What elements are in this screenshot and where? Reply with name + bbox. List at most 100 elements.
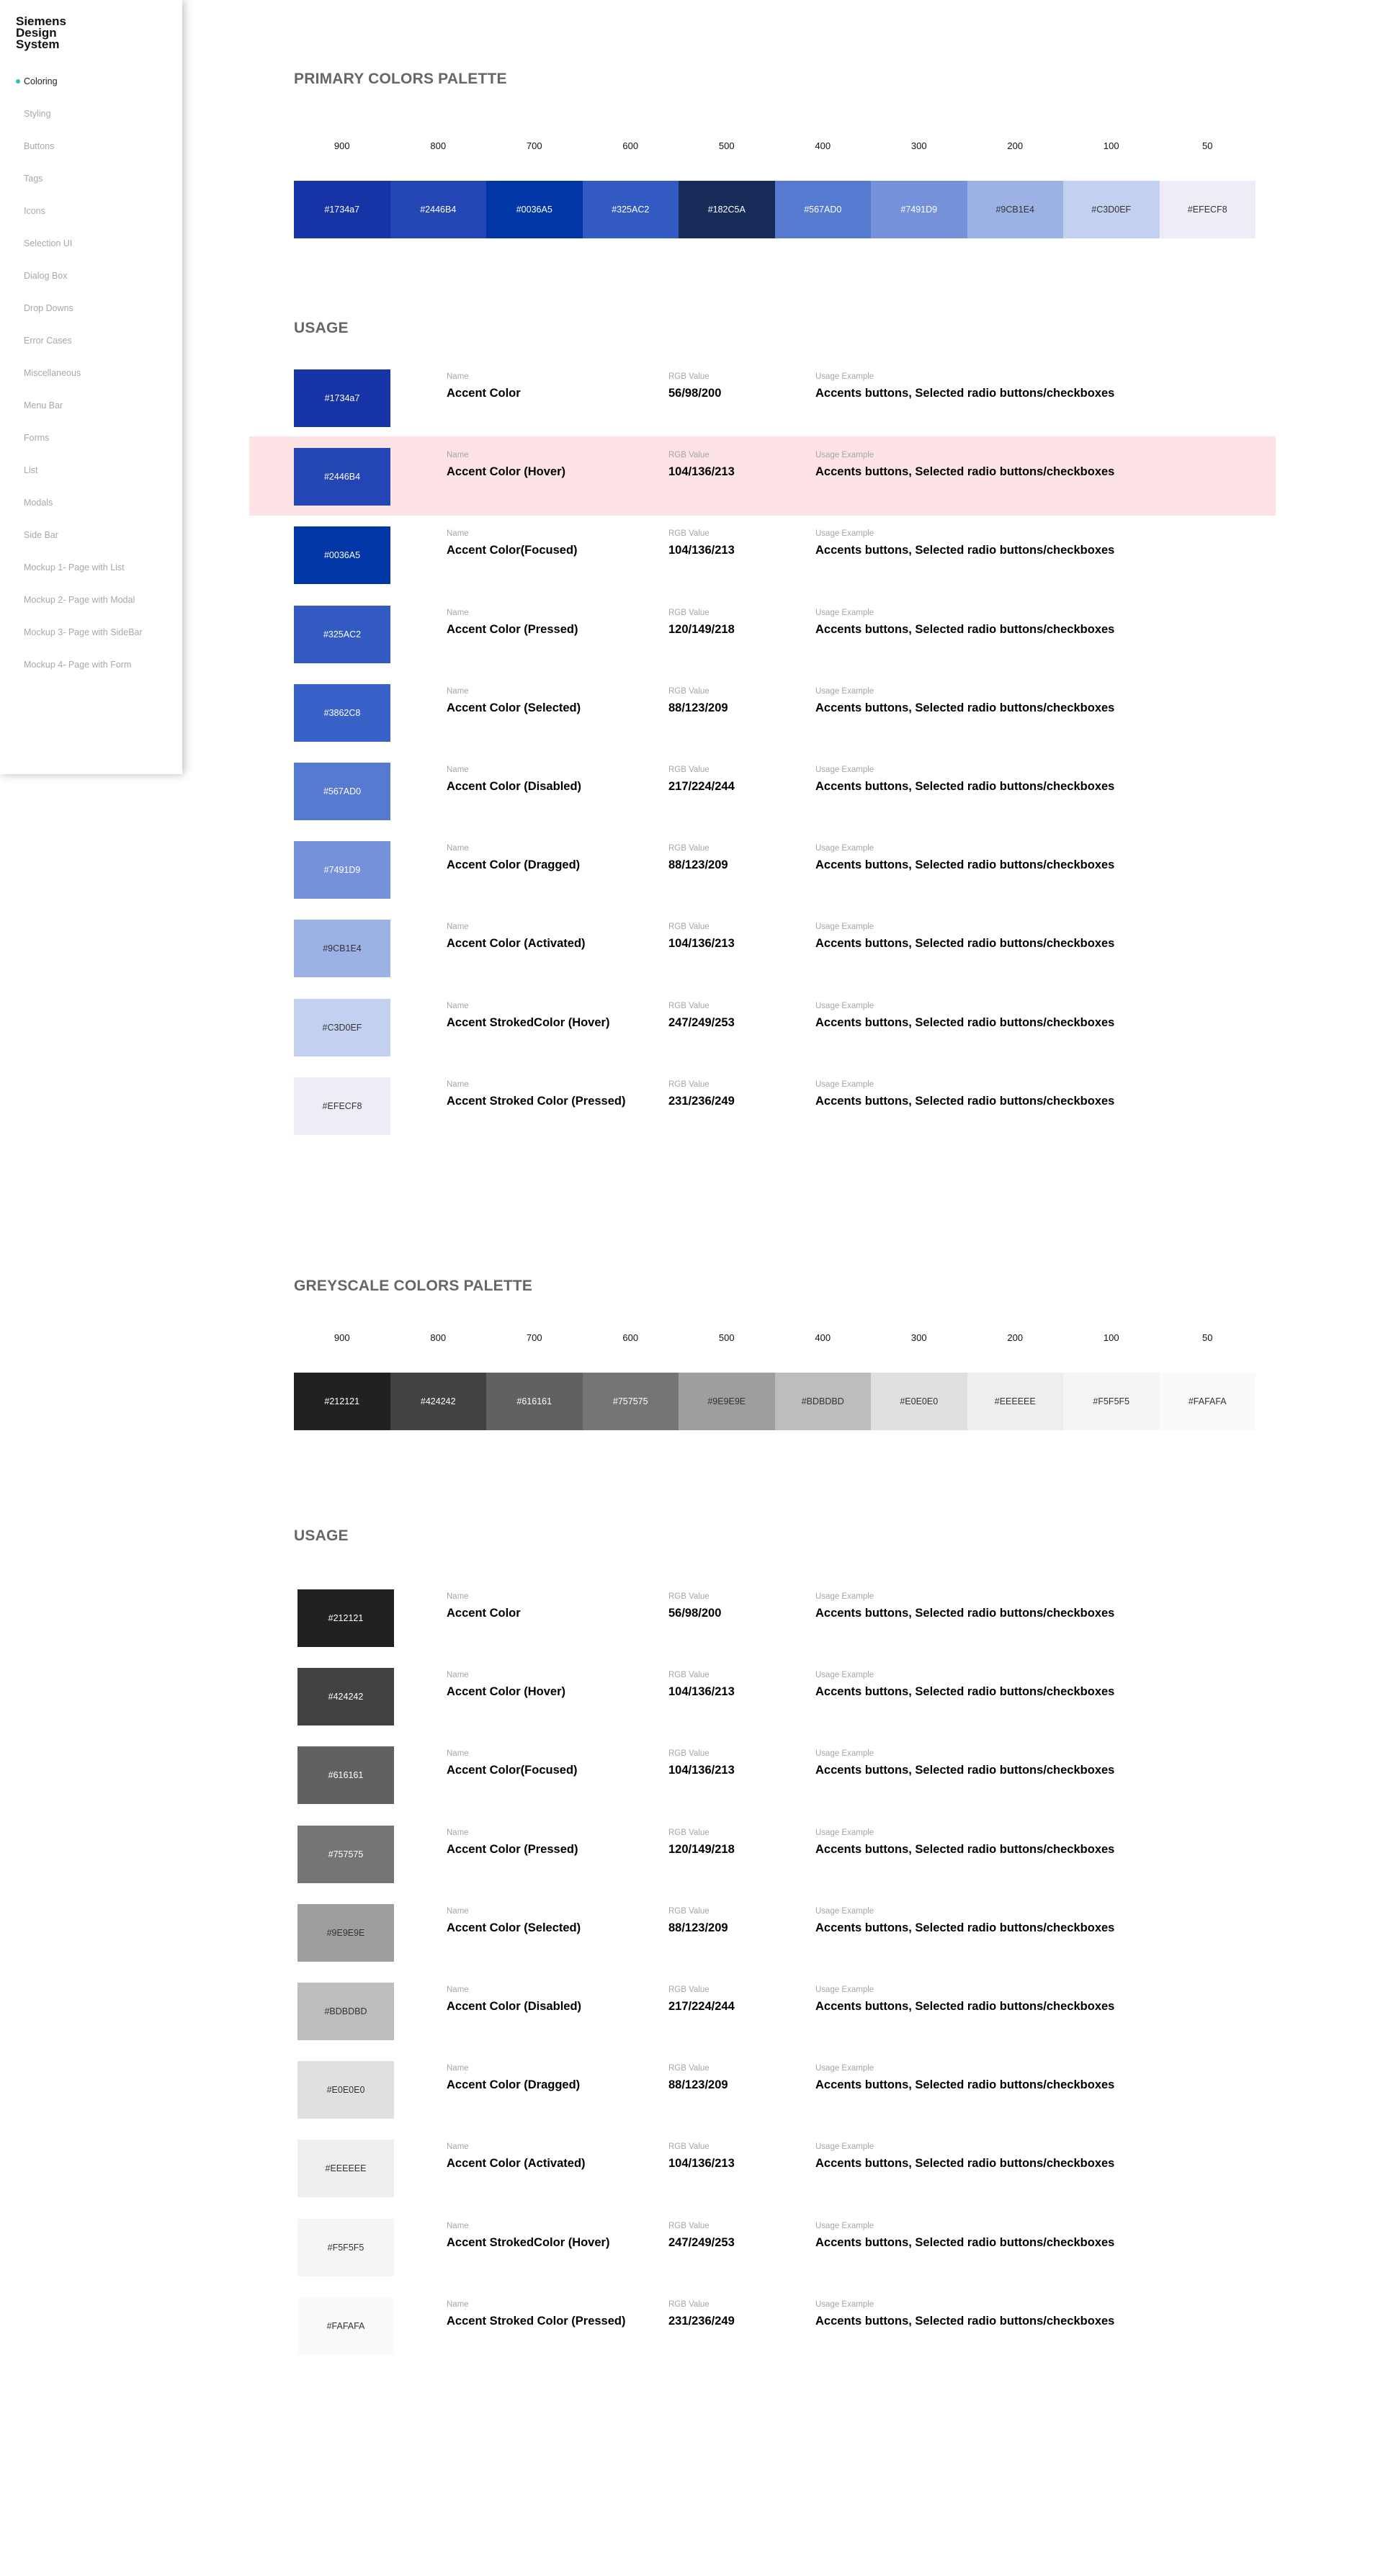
name-label: Name [447,1001,469,1010]
palette-swatch: #616161 [486,1373,583,1430]
rgb-label: RGB Value [668,451,710,460]
usage-row: #757575 Name Accent Color (Pressed) RGB Val… [0,1814,1383,1893]
usage-example-value: Accents buttons, Selected radio buttons/… [815,1764,1115,1777]
usage-example-label: Usage Example [815,1080,874,1089]
rgb-value: 247/249/253 [668,1015,735,1029]
sidebar-item-selection-ui[interactable]: Selection UI [0,238,182,270]
active-indicator-dot [16,79,20,84]
rgb-label: RGB Value [668,1592,710,1601]
rgb-label: RGB Value [668,1985,710,1994]
rgb-label: RGB Value [668,1749,710,1759]
palette-step-label: 900 [334,140,350,151]
palette-step-label: 500 [718,1332,735,1343]
name-label: Name [447,1671,469,1680]
rgb-value: 120/149/218 [668,622,735,636]
usage-example-value: Accents buttons, Selected radio buttons/… [815,1094,1115,1108]
sidebar-item-drop-downs[interactable]: Drop Downs [0,302,182,335]
palette-step-label: 600 [622,1332,639,1343]
name-label: Name [447,372,469,381]
usage-row: #7491D9 Name Accent Color (Dragged) RGB Val… [0,830,1383,909]
primary-palette-step-labels: 900 800 700 600 500 400 300 200 100 50 [294,140,1256,155]
usage-example-value: Accents buttons, Selected radio buttons/… [815,1685,1115,1699]
palette-step-label: 200 [1007,1332,1024,1343]
palette-step-label: 900 [334,1332,350,1343]
palette-step-label: 300 [910,1332,927,1343]
sidebar-item-tags[interactable]: Tags [0,173,182,205]
usage-example-value: Accents buttons, Selected radio buttons/… [815,1607,1115,1620]
primary-palette: 900 800 700 600 500 400 300 200 100 50 #1734a7 #24… [294,140,1256,238]
sidebar-item-list[interactable]: List [0,465,182,497]
palette-step-label: 400 [815,140,831,151]
usage-example-label: Usage Example [815,372,874,381]
rgb-value: 88/123/209 [668,701,728,714]
name-label: Name [447,1749,469,1759]
rgb-value: 88/123/209 [668,858,728,872]
name-value: Accent Color (Dragged) [447,2078,581,2092]
sidebar-item-buttons[interactable]: Buttons [0,140,182,173]
color-swatch: #EEEEEE [297,2140,394,2198]
name-label: Name [447,2142,469,2152]
usage-row: #567AD0 Name Accent Color (Disabled) RGB Va… [0,751,1383,830]
usage-row: #E0E0E0 Name Accent Color (Dragged) RGB Val… [0,2050,1383,2129]
name-label: Name [447,1828,469,1837]
rgb-label: RGB Value [668,529,710,539]
greyscale-palette-step-labels: 900 800 700 600 500 400 300 200 100 50 [294,1332,1256,1347]
palette-step-label: 200 [1007,140,1024,151]
usage-example-label: Usage Example [815,451,874,460]
palette-step-label: 700 [526,1332,542,1343]
usage-row: #EEEEEE Name Accent Color (Activated) RGB V… [0,2128,1383,2207]
usage-example-label: Usage Example [815,923,874,932]
name-value: Accent StrokedColor (Hover) [447,2235,610,2249]
sidebar-item-label: Selection UI [24,238,73,248]
name-value: Accent Color (Activated) [447,937,586,951]
usage-example-label: Usage Example [815,1749,874,1759]
rgb-value: 104/136/213 [668,465,735,479]
color-swatch: #BDBDBD [297,1983,394,2040]
color-swatch: #2446B4 [294,448,390,506]
rgb-label: RGB Value [668,2299,710,2309]
usage-example-value: Accents buttons, Selected radio buttons/… [815,465,1115,479]
palette-swatch: #567AD0 [774,181,871,238]
usage-row: #1734a7 Name Accent Color RGB Value 56/98/20… [0,358,1383,437]
rgb-value: 247/249/253 [668,2235,735,2249]
sidebar-item-styling[interactable]: Styling [0,108,182,140]
rgb-label: RGB Value [668,1828,710,1837]
color-swatch: #F5F5F5 [297,2218,394,2276]
palette-step-label: 800 [430,140,447,151]
palette-swatch: #9CB1E4 [967,181,1063,238]
name-value: Accent Color (Disabled) [447,780,582,793]
usage-example-label: Usage Example [815,529,874,539]
rgb-label: RGB Value [668,2142,710,2152]
sidebar-item-coloring[interactable]: Coloring [0,76,182,108]
palette-swatch: #0036A5 [486,181,583,238]
name-value: Accent Color(Focused) [447,1764,578,1777]
usage-example-value: Accents buttons, Selected radio buttons/… [815,1921,1115,1934]
name-label: Name [447,1080,469,1089]
usage-row: #325AC2 Name Accent Color (Pressed) RGB Val… [0,594,1383,673]
color-swatch: #E0E0E0 [297,2061,394,2119]
color-swatch: #212121 [297,1589,394,1647]
usage-example-label: Usage Example [815,2064,874,2073]
palette-swatch: #325AC2 [582,181,679,238]
rgb-value: 104/136/213 [668,1764,735,1777]
palette-step-label: 700 [526,140,542,151]
rgb-value: 104/136/213 [668,2157,735,2171]
rgb-label: RGB Value [668,1001,710,1010]
name-value: Accent Stroked Color (Pressed) [447,1094,626,1108]
usage-row: #616161 Name Accent Color(Focused) RGB Valu… [0,1735,1383,1814]
usage-row: #0036A5 Name Accent Color(Focused) RGB Valu… [0,515,1383,594]
rgb-value: 88/123/209 [668,1921,728,1934]
primary-palette-swatches: #1734a7 #2446B4 #0036A5 #325AC2 #182C5A #567A… [294,181,1256,238]
rgb-value: 120/149/218 [668,1842,735,1856]
rgb-value: 104/136/213 [668,937,735,951]
name-label: Name [447,529,469,539]
usage-example-value: Accents buttons, Selected radio buttons/… [815,1842,1115,1856]
palette-step-label: 50 [1202,140,1213,151]
sidebar-item-icons[interactable]: Icons [0,205,182,238]
rgb-value: 217/224/244 [668,2000,735,2013]
sidebar-item-label: Coloring [24,76,58,86]
sidebar-item-dialog-box[interactable]: Dialog Box [0,270,182,302]
usage-example-label: Usage Example [815,1001,874,1010]
usage-example-value: Accents buttons, Selected radio buttons/… [815,622,1115,636]
rgb-value: 56/98/200 [668,1607,722,1620]
